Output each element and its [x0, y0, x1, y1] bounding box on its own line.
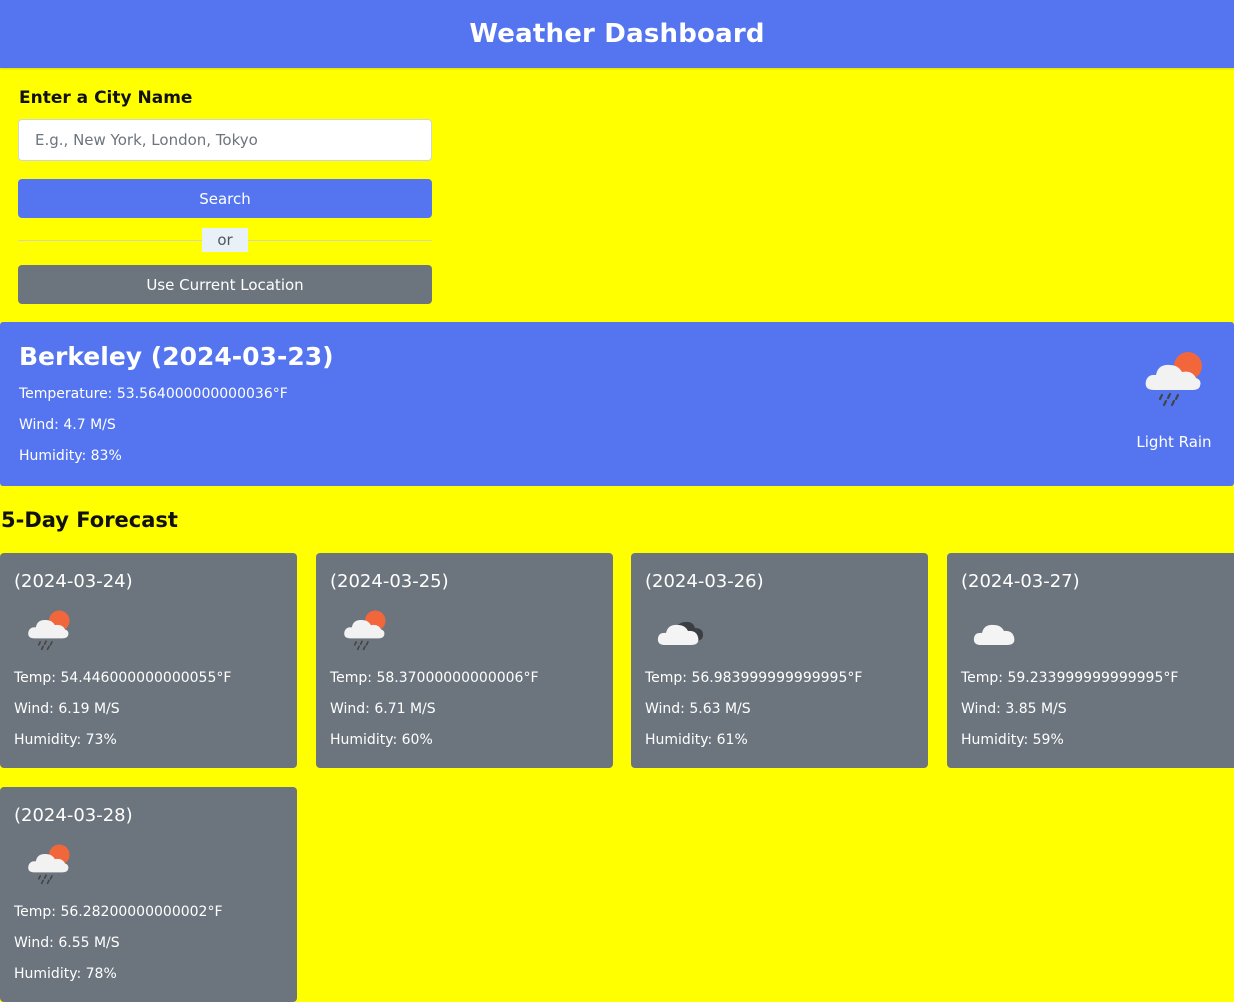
- current-wind: Wind: 4.7 M/S: [19, 417, 116, 433]
- forecast-card: (2024-03-28) Temp: 56.28200000000002°F W…: [0, 787, 297, 1002]
- page-title: Weather Dashboard: [469, 19, 765, 49]
- forecast-humidity: Humidity: 78%: [14, 966, 117, 982]
- use-current-location-button[interactable]: Use Current Location: [18, 265, 432, 304]
- current-city-title: Berkeley (2024-03-23): [19, 342, 334, 371]
- forecast-wind: Wind: 3.85 M/S: [961, 701, 1067, 717]
- forecast-card: (2024-03-26) Temp: 56.983999999999995°F …: [631, 553, 928, 768]
- forecast-temp: Temp: 59.233999999999995°F: [961, 670, 1179, 686]
- forecast-card: (2024-03-24) Temp: 54.446000000000055°F …: [0, 553, 297, 768]
- forecast-temp: Temp: 56.28200000000002°F: [14, 904, 223, 920]
- broken-clouds-icon: [655, 609, 705, 653]
- forecast-card: (2024-03-25) Temp: 58.37000000000006°F W…: [316, 553, 613, 768]
- city-search-label: Enter a City Name: [19, 88, 193, 108]
- forecast-date: (2024-03-25): [330, 571, 449, 592]
- forecast-temp: Temp: 58.37000000000006°F: [330, 670, 539, 686]
- city-search-input[interactable]: [18, 119, 432, 161]
- forecast-temp: Temp: 54.446000000000055°F: [14, 670, 232, 686]
- cloud-icon: [971, 609, 1021, 653]
- light-rain-icon: [340, 609, 390, 653]
- light-rain-icon: [24, 843, 74, 887]
- current-weather-description: Light Rain: [1136, 433, 1212, 451]
- forecast-humidity: Humidity: 61%: [645, 732, 748, 748]
- forecast-date: (2024-03-24): [14, 571, 133, 592]
- forecast-card: (2024-03-27) Temp: 59.233999999999995°F …: [947, 553, 1234, 768]
- app-header: Weather Dashboard: [0, 0, 1234, 68]
- current-humidity: Humidity: 83%: [19, 448, 122, 464]
- forecast-date: (2024-03-26): [645, 571, 764, 592]
- forecast-title: 5-Day Forecast: [1, 508, 178, 532]
- current-temperature: Temperature: 53.564000000000036°F: [19, 386, 288, 402]
- forecast-temp: Temp: 56.983999999999995°F: [645, 670, 863, 686]
- forecast-humidity: Humidity: 73%: [14, 732, 117, 748]
- forecast-wind: Wind: 5.63 M/S: [645, 701, 751, 717]
- forecast-humidity: Humidity: 60%: [330, 732, 433, 748]
- light-rain-icon: [24, 609, 74, 653]
- divider-label: or: [202, 228, 248, 252]
- search-button[interactable]: Search: [18, 179, 432, 218]
- forecast-date: (2024-03-27): [961, 571, 1080, 592]
- forecast-date: (2024-03-28): [14, 805, 133, 826]
- current-weather-panel: Berkeley (2024-03-23) Temperature: 53.56…: [0, 322, 1234, 486]
- forecast-wind: Wind: 6.71 M/S: [330, 701, 436, 717]
- forecast-humidity: Humidity: 59%: [961, 732, 1064, 748]
- light-rain-icon: [1140, 350, 1208, 410]
- forecast-wind: Wind: 6.19 M/S: [14, 701, 120, 717]
- forecast-wind: Wind: 6.55 M/S: [14, 935, 120, 951]
